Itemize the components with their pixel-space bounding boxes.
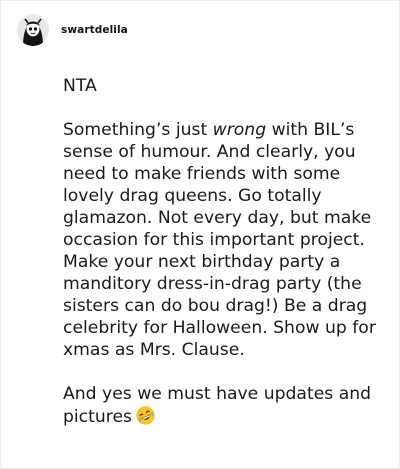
post-text: with BIL’s sense of humour. And clearly,… <box>63 120 376 360</box>
post-paragraph-3: And yes we must have updates and picture… <box>63 383 389 428</box>
post-body: NTA Something’s just wrong with BIL’s se… <box>63 75 389 428</box>
post-text: NTA <box>63 76 97 96</box>
avatar-icon <box>17 14 49 46</box>
post-text: And yes we must have updates and picture… <box>63 384 372 427</box>
post-paragraph-2: Something’s just wrong with BIL’s sense … <box>63 119 389 361</box>
avatar[interactable] <box>17 14 49 46</box>
post-card: swartdelila NTA Something’s just wrong w… <box>0 0 400 469</box>
username[interactable]: swartdelila <box>61 24 128 36</box>
post-header: swartdelila <box>17 14 128 46</box>
post-paragraph-1: NTA <box>63 75 389 97</box>
post-text-emphasis: wrong <box>212 120 267 140</box>
post-text: Something’s just <box>63 120 213 140</box>
rolling-on-floor-laughing-emoji-icon <box>136 406 155 425</box>
